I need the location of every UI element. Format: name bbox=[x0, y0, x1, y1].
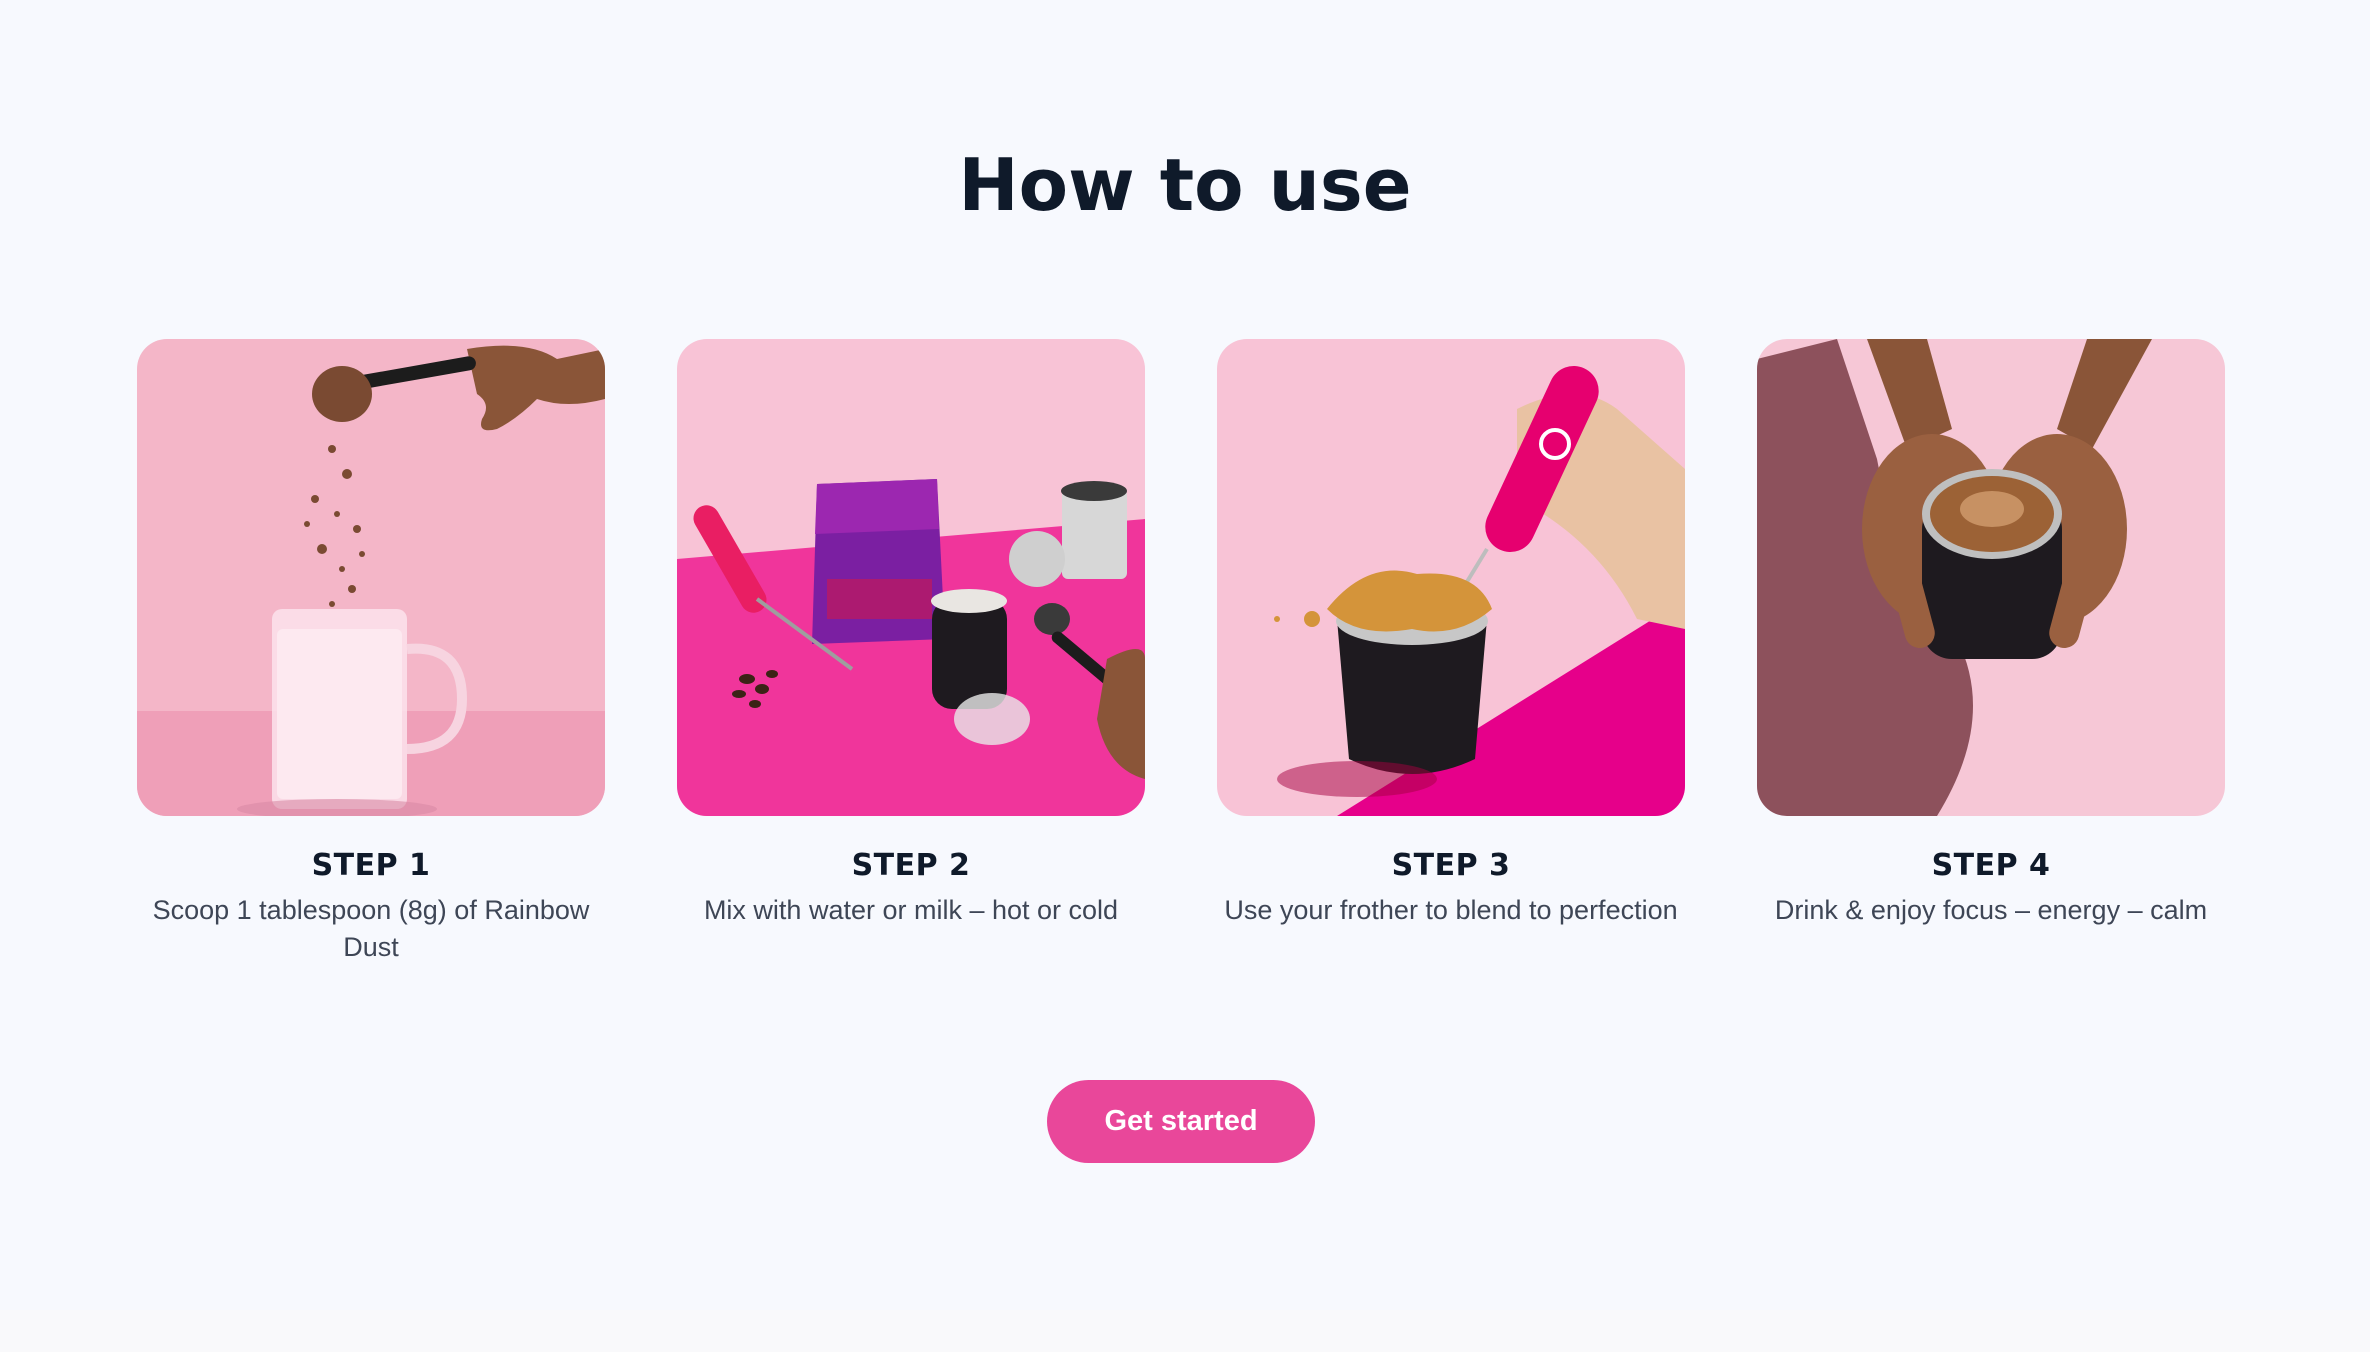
step-description: Mix with water or milk – hot or cold bbox=[703, 895, 1119, 925]
scoop-powder-into-glass-photo bbox=[137, 339, 605, 816]
step-description: Use your frother to blend to perfection bbox=[1224, 895, 1678, 925]
section-title: How to use bbox=[958, 143, 1412, 227]
page-bottom-strip bbox=[0, 1310, 2370, 1352]
step-2-illustration bbox=[677, 339, 1145, 816]
step-label: STEP 4 bbox=[1931, 848, 2051, 883]
hands-holding-cup-photo bbox=[1757, 339, 2225, 816]
step-card-1: STEP 1 Scoop 1 tablespoon (8g) of Rainbo… bbox=[137, 339, 605, 966]
step-card-3: STEP 3 Use your frother to blend to perf… bbox=[1217, 339, 1685, 929]
step-label: STEP 1 bbox=[311, 848, 431, 883]
step-description: Drink & enjoy focus – energy – calm bbox=[1774, 895, 2208, 925]
step-description: Scoop 1 tablespoon (8g) of Rainbow Dust bbox=[152, 895, 590, 962]
get-started-button[interactable]: Get started bbox=[1047, 1080, 1315, 1163]
step-1-illustration bbox=[137, 339, 605, 816]
steps-list: STEP 1 Scoop 1 tablespoon (8g) of Rainbo… bbox=[137, 339, 2225, 979]
step-label: STEP 3 bbox=[1391, 848, 1511, 883]
step-card-4: STEP 4 Drink & enjoy focus – energy – ca… bbox=[1757, 339, 2225, 929]
step-4-illustration bbox=[1757, 339, 2225, 816]
how-to-use-section: How to use STEP 1 Scoop 1 tablespoon (8g… bbox=[0, 0, 2370, 1310]
frothing-in-cup-photo bbox=[1217, 339, 1685, 816]
step-card-2: STEP 2 Mix with water or milk – hot or c… bbox=[677, 339, 1145, 929]
step-3-illustration bbox=[1217, 339, 1685, 816]
step-label: STEP 2 bbox=[851, 848, 971, 883]
product-pouch-frother-cup-photo bbox=[677, 339, 1145, 816]
